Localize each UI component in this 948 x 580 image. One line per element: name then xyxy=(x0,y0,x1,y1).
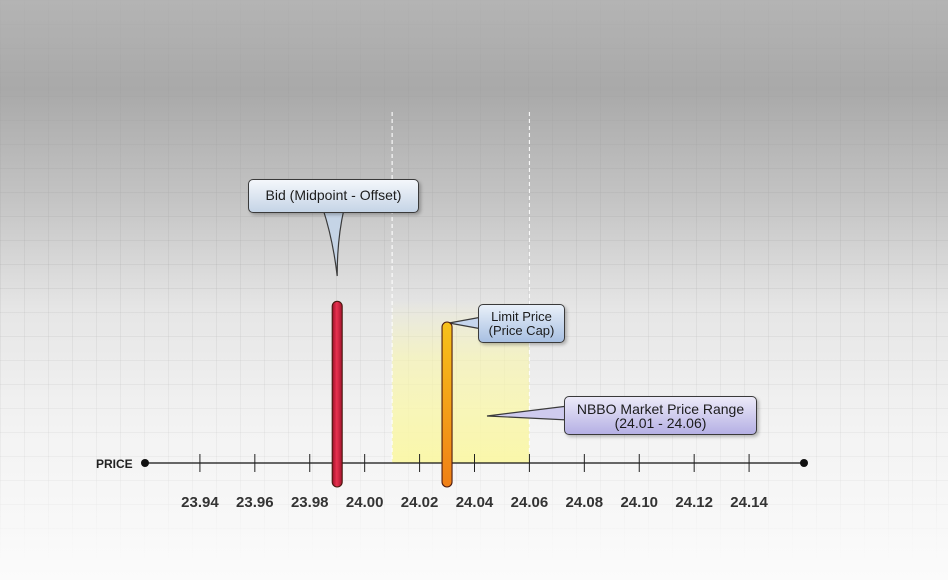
tick-label: 24.12 xyxy=(675,494,713,511)
axis-start-dot xyxy=(141,459,149,467)
bid-callout-pointer xyxy=(322,208,345,277)
nbbo-range xyxy=(391,112,531,463)
tick-label: 23.94 xyxy=(181,494,219,511)
nbbo-callout-line2: (24.01 - 24.06) xyxy=(614,415,707,431)
limit-price-callout-line1: Limit Price xyxy=(491,309,552,324)
tick-label: 24.08 xyxy=(566,494,604,511)
tick-label: 23.98 xyxy=(291,494,329,511)
axis-end-dot xyxy=(800,459,808,467)
bid-callout: Bid (Midpoint - Offset) xyxy=(248,179,419,213)
bid-marker-bar xyxy=(331,300,343,488)
tick-label: 24.00 xyxy=(346,494,384,511)
tick-label: 24.06 xyxy=(511,494,549,511)
tick-label: 23.96 xyxy=(236,494,274,511)
limit-price-marker-bar xyxy=(441,321,453,488)
tick-label: 24.14 xyxy=(730,494,768,511)
price-diagram: PRICE 23.94 23.96 23.98 24.00 24.02 24.04 24.06… xyxy=(96,112,808,511)
tick-label: 24.10 xyxy=(620,494,658,511)
nbbo-range-callout: NBBO Market Price Range (24.01 - 24.06) xyxy=(564,396,757,435)
tick-label: 24.02 xyxy=(401,494,439,511)
bid-callout-text: Bid (Midpoint - Offset) xyxy=(265,187,402,203)
limit-price-callout: Limit Price (Price Cap) xyxy=(478,304,565,343)
axis-title: PRICE xyxy=(96,457,133,471)
tick-label: 24.04 xyxy=(456,494,494,511)
limit-price-callout-line2: (Price Cap) xyxy=(488,323,555,338)
nbbo-callout-line1: NBBO Market Price Range xyxy=(576,401,745,417)
